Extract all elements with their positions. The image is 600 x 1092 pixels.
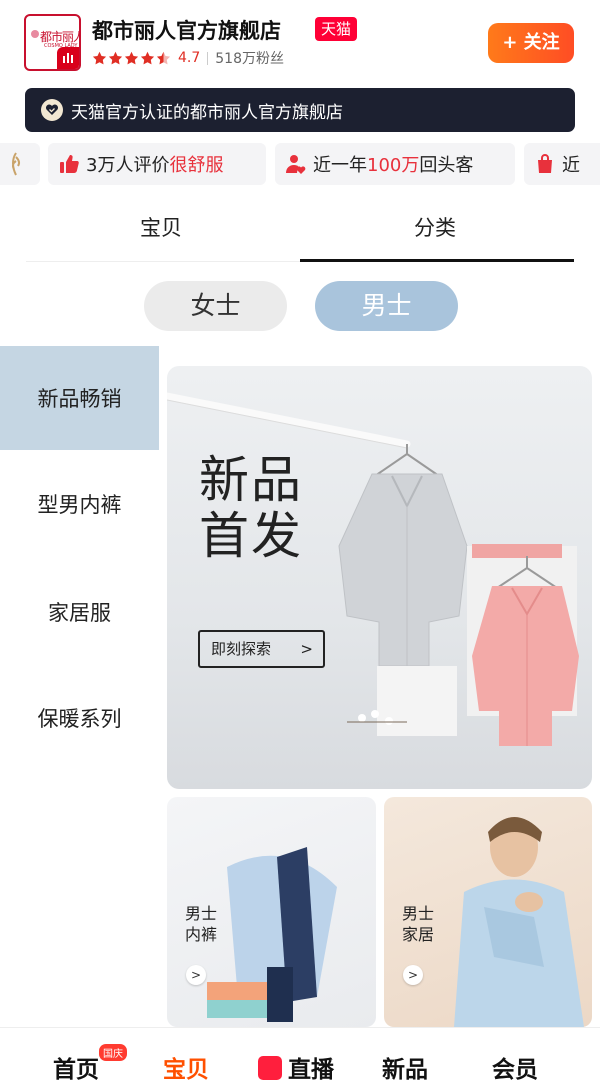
chip-text: 回头客 — [419, 155, 474, 176]
divider — [207, 51, 209, 65]
card-mens-underwear[interactable]: 男士 内裤 > — [167, 797, 376, 1027]
nav-home[interactable]: 首页 — [53, 1050, 99, 1084]
tab-bar: 宝贝 分类 — [26, 200, 574, 262]
shop-logo[interactable]: 都市丽人 COSMO LADY — [24, 14, 81, 71]
nav-items[interactable]: 宝贝 — [163, 1050, 209, 1084]
card-label: 男士 内裤 — [185, 903, 217, 945]
category-mens-underwear[interactable]: 型男内裤 — [0, 452, 159, 556]
live-bars-icon — [57, 47, 79, 69]
shop-name[interactable]: 都市丽人官方旗舰店 — [92, 15, 281, 45]
chip-highlight: 100万 — [367, 155, 420, 176]
card-label-line2: 内裤 — [185, 925, 218, 944]
nav-new[interactable]: 新品 — [382, 1050, 428, 1084]
card-mens-homewear[interactable]: 男士 家居 > — [384, 797, 592, 1027]
live-icon — [258, 1056, 282, 1080]
card-label: 男士 家居 — [402, 903, 434, 945]
certification-banner[interactable]: 天猫官方认证的都市丽人官方旗舰店 — [25, 88, 575, 132]
chip-reviews[interactable]: 3万人评价 很舒服 — [48, 143, 266, 185]
chip-partial-right[interactable]: 近 — [524, 143, 600, 185]
hero-banner[interactable]: 新品 首发 即刻探索 > — [167, 366, 592, 789]
gender-female-button[interactable]: 女士 — [144, 281, 287, 331]
tmall-badge: 天猫 — [315, 17, 358, 41]
card-label-line1: 男士 — [402, 904, 435, 923]
hero-title-line2: 首发 — [199, 507, 303, 565]
chip-highlight: 很舒服 — [169, 155, 224, 176]
gender-male-button[interactable]: 男士 — [315, 281, 458, 331]
category-new-hot[interactable]: 新品畅销 — [0, 346, 159, 450]
bag-icon — [538, 154, 552, 173]
star-icon — [124, 51, 139, 64]
tab-active-indicator — [300, 259, 574, 262]
fans-count: 518万粉丝 — [215, 51, 284, 67]
star-icon — [92, 51, 107, 64]
heart-badge-icon — [41, 99, 63, 121]
category-homewear[interactable]: 家居服 — [0, 560, 159, 664]
chevron-right-icon: > — [300, 640, 313, 658]
star-icon — [108, 51, 123, 64]
shop-header: 都市丽人 COSMO LADY 都市丽人官方旗舰店 天猫 4.7 518万粉丝 … — [0, 0, 600, 84]
bottom-nav: 首页 国庆 宝贝 直播 新品 会员 — [0, 1027, 600, 1092]
certification-text: 天猫官方认证的都市丽人官方旗舰店 — [71, 102, 343, 123]
wheat-icon — [11, 152, 21, 176]
chip-text: 近 — [562, 155, 580, 176]
chip-text: 3万人评价 — [86, 155, 170, 176]
tab-items[interactable]: 宝贝 — [140, 212, 182, 242]
nav-member[interactable]: 会员 — [492, 1050, 538, 1084]
chevron-right-icon[interactable]: > — [186, 965, 206, 985]
logo-flower-icon — [31, 30, 39, 38]
hero-title-line1: 新品 — [199, 451, 303, 509]
follow-button[interactable]: + 关注 — [488, 23, 574, 63]
thumbs-up-icon — [60, 155, 79, 173]
category-thermal[interactable]: 保暖系列 — [0, 666, 159, 770]
chip-text: 近一年 — [313, 155, 367, 176]
explore-button[interactable]: 即刻探索 > — [198, 630, 325, 668]
nav-live[interactable]: 直播 — [288, 1050, 334, 1084]
card-label-line2: 家居 — [402, 925, 435, 944]
card-label-line1: 男士 — [185, 904, 218, 923]
explore-button-label: 即刻探索 — [211, 640, 272, 658]
rating-value: 4.7 — [178, 50, 201, 66]
star-icon — [140, 51, 155, 64]
hero-illustration — [167, 392, 579, 746]
tab-category[interactable]: 分类 — [414, 212, 456, 242]
chip-partial[interactable] — [0, 143, 40, 185]
chevron-right-icon[interactable]: > — [403, 965, 423, 985]
chip-repeat-customers[interactable]: 近一年 100万 回头客 — [275, 143, 515, 185]
rating-stars — [92, 51, 172, 66]
half-star-icon — [156, 51, 171, 64]
rating-row: 4.7 518万粉丝 — [92, 48, 284, 68]
holiday-badge: 国庆 — [99, 1044, 127, 1061]
hero-title: 新品 首发 — [199, 452, 303, 564]
highlight-chips: 3万人评价 很舒服 近一年 100万 回头客 近 — [0, 143, 600, 187]
user-heart-icon — [286, 155, 306, 174]
